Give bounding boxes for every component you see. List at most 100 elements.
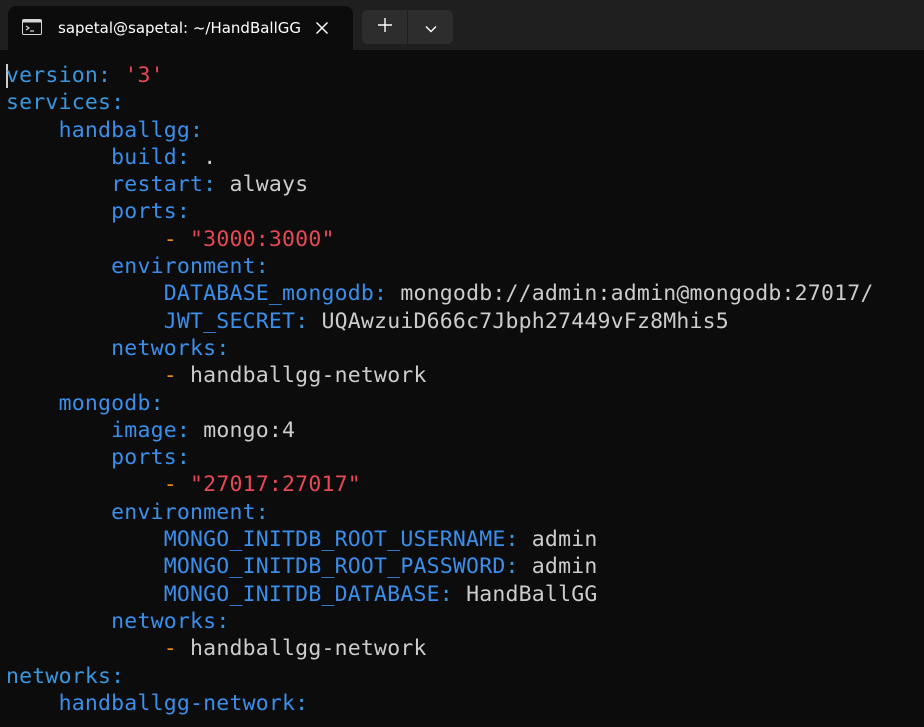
code-line: - "3000:3000": [6, 226, 874, 253]
yaml-value: "27017:27017": [190, 472, 361, 498]
code-line: ports:: [6, 444, 874, 471]
yaml-separator: :: [176, 417, 204, 443]
yaml-separator: :: [255, 499, 269, 525]
yaml-value: mongodb://admin:admin@mongodb:27017/: [400, 281, 874, 307]
code-line: version: '3': [6, 62, 874, 89]
yaml-value: mongo:4: [203, 417, 296, 443]
yaml-value: UQAwzuiD666c7Jbph27449vFz8Mhis5: [321, 308, 729, 334]
code-line: MONGO_INITDB_ROOT_PASSWORD: admin: [6, 553, 874, 580]
yaml-key: networks: [111, 335, 217, 361]
profiles-dropdown-button[interactable]: [408, 10, 453, 44]
yaml-separator: :: [439, 581, 467, 607]
yaml-value: handballgg-network: [190, 363, 427, 389]
code-line: ports:: [6, 198, 874, 225]
chevron-down-icon: [425, 18, 437, 37]
code-line: MONGO_INITDB_DATABASE: HandBallGG: [6, 581, 874, 608]
code-line: image: mongo:4: [6, 417, 874, 444]
yaml-key: JWT_SECRET: [163, 308, 296, 334]
tab-active[interactable]: sapetal@sapetal: ~/HandBallGG: [8, 6, 353, 50]
code-line: environment:: [6, 499, 874, 526]
yaml-key: services: [6, 90, 112, 116]
yaml-separator: :: [295, 690, 309, 716]
yaml-separator: :: [111, 663, 125, 689]
yaml-separator: :: [176, 199, 191, 225]
title-bar: sapetal@sapetal: ~/HandBallGG: [0, 0, 924, 50]
yaml-key: handballgg-network: [58, 690, 296, 716]
yaml-key: MONGO_INITDB_DATABASE: [163, 581, 440, 607]
yaml-separator: :: [150, 390, 164, 416]
terminal-content[interactable]: version: '3' services: handballgg: build:…: [0, 50, 924, 727]
code-line: networks:: [6, 608, 874, 635]
list-dash: -: [163, 472, 191, 498]
code-line: - handballgg-network: [6, 635, 874, 662]
yaml-key: networks: [6, 663, 112, 689]
yaml-value: HandBallGG: [466, 581, 598, 607]
new-tab-button[interactable]: [362, 10, 407, 44]
code-line: networks:: [6, 663, 874, 690]
code-line: handballgg:: [6, 117, 874, 144]
code-line: services:: [6, 89, 874, 116]
yaml-separator: :: [295, 308, 322, 334]
code-line: - "27017:27017": [6, 471, 874, 498]
yaml-key: build: [111, 144, 177, 170]
yaml-value: handballgg-network: [190, 636, 427, 662]
yaml-separator: :: [216, 335, 230, 361]
yaml-separator: :: [176, 445, 191, 471]
code-line: build: .: [6, 144, 874, 171]
yaml-separator: :: [98, 63, 125, 88]
yaml-key: environment: [111, 499, 256, 525]
yaml-separator: :: [216, 608, 230, 634]
code-line: environment:: [6, 253, 874, 280]
yaml-key: MONGO_INITDB_ROOT_PASSWORD: [163, 554, 506, 580]
yaml-value: "3000:3000": [190, 226, 335, 252]
yaml-key: ports: [111, 199, 177, 225]
yaml-key: networks: [111, 608, 217, 634]
yaml-key: MONGO_INITDB_ROOT_USERNAME: [163, 527, 506, 553]
code-line: handballgg-network:: [6, 690, 874, 717]
code-line: - handballgg-network: [6, 362, 874, 389]
yaml-separator: :: [505, 554, 532, 580]
code-line: DATABASE_mongodb: mongodb://admin:admin@…: [6, 280, 874, 307]
terminal-window: sapetal@sapetal: ~/HandBallGG version: '…: [0, 0, 924, 727]
new-tab-group: [362, 10, 453, 44]
yaml-key: DATABASE_mongodb: [163, 281, 375, 307]
yaml-key: environment: [111, 254, 256, 280]
yaml-value: always: [229, 172, 309, 198]
yaml-separator: :: [190, 117, 204, 143]
yaml-file-content: version: '3' services: handballgg: build:…: [6, 62, 874, 717]
code-line: networks:: [6, 335, 874, 362]
terminal-icon: [22, 19, 42, 35]
yaml-separator: :: [505, 527, 532, 553]
yaml-separator: :: [374, 281, 401, 307]
plus-icon: [377, 17, 393, 37]
yaml-key: version: [6, 63, 99, 88]
yaml-key: mongodb: [58, 390, 151, 416]
list-dash: -: [163, 363, 191, 389]
close-icon[interactable]: [310, 16, 334, 40]
code-line: restart: always: [6, 171, 874, 198]
yaml-key: handballgg: [58, 117, 191, 143]
yaml-separator: :: [176, 144, 204, 170]
code-line: MONGO_INITDB_ROOT_USERNAME: admin: [6, 526, 874, 553]
yaml-separator: :: [203, 172, 230, 198]
yaml-value: '3': [124, 63, 164, 88]
